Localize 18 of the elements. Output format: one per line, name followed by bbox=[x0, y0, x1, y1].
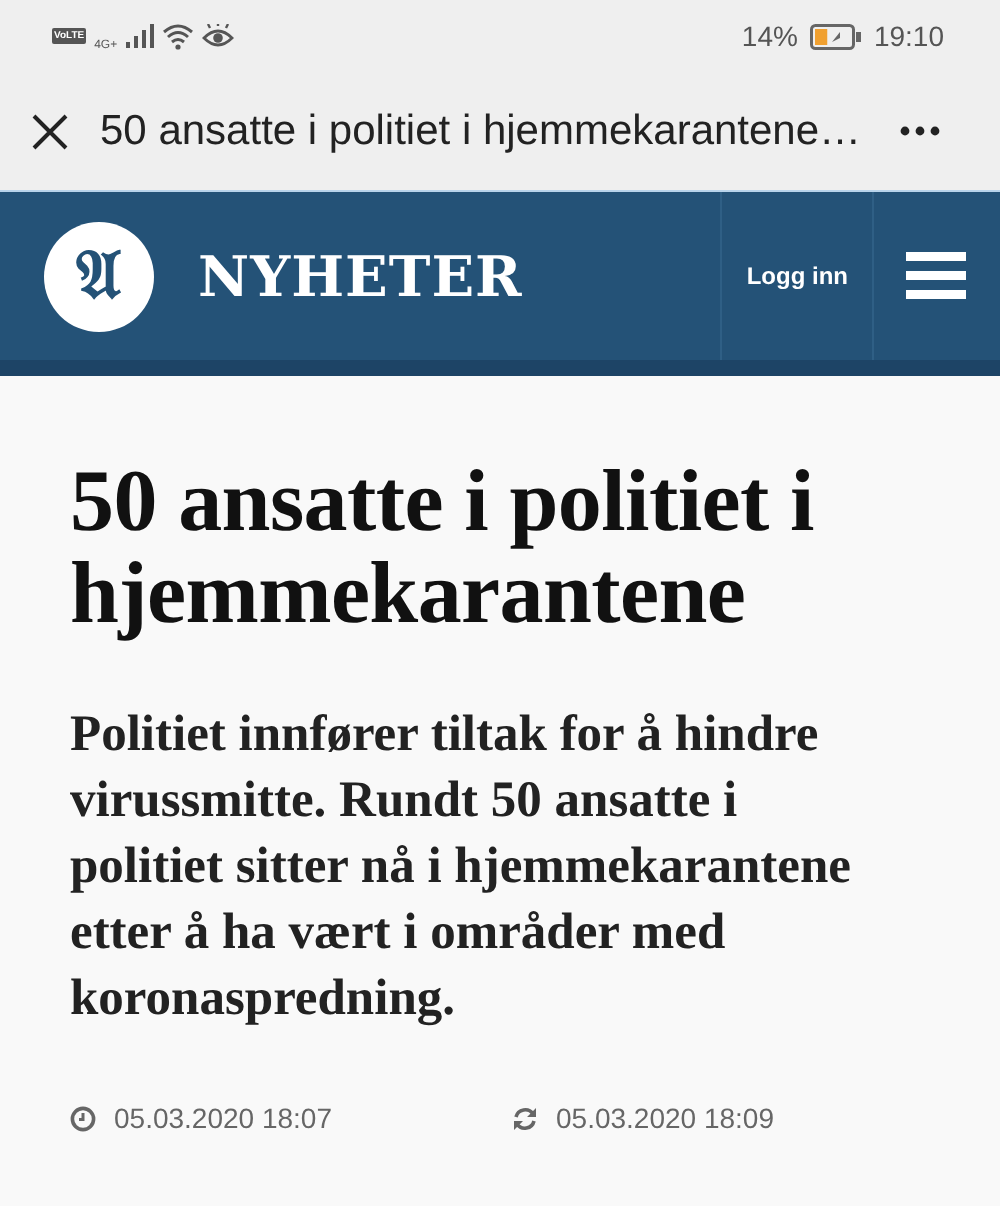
menu-icon bbox=[906, 252, 966, 300]
clock: 19:10 bbox=[873, 20, 944, 52]
page-title: 50 ansatte i politiet i hjemmekarantene… bbox=[100, 107, 864, 155]
refresh-icon bbox=[512, 1105, 538, 1131]
battery-icon bbox=[809, 23, 862, 49]
wifi-icon bbox=[161, 23, 194, 49]
clock-icon bbox=[70, 1105, 96, 1131]
close-icon[interactable] bbox=[32, 113, 68, 149]
logo[interactable]: 𝔄 bbox=[44, 221, 154, 331]
eye-icon bbox=[201, 23, 234, 49]
battery-percent: 14% bbox=[741, 20, 798, 52]
more-icon[interactable] bbox=[900, 126, 940, 136]
headline: 50 ansatte i politiet i hjemmekarantene bbox=[70, 456, 816, 640]
lead-paragraph: Politiet innfører tiltak for å hindre virussmitte. Rundt 50 ansatte i politiet sitter nå i hjemmekarantene etter å ha vært i områder med koronaspredning. bbox=[70, 702, 853, 1030]
updated-date: 05.03.2020 18:09 bbox=[556, 1102, 774, 1134]
published-date: 05.03.2020 18:07 bbox=[114, 1102, 332, 1134]
section-title: NYHETER bbox=[198, 243, 523, 309]
signal-icon bbox=[125, 24, 154, 48]
